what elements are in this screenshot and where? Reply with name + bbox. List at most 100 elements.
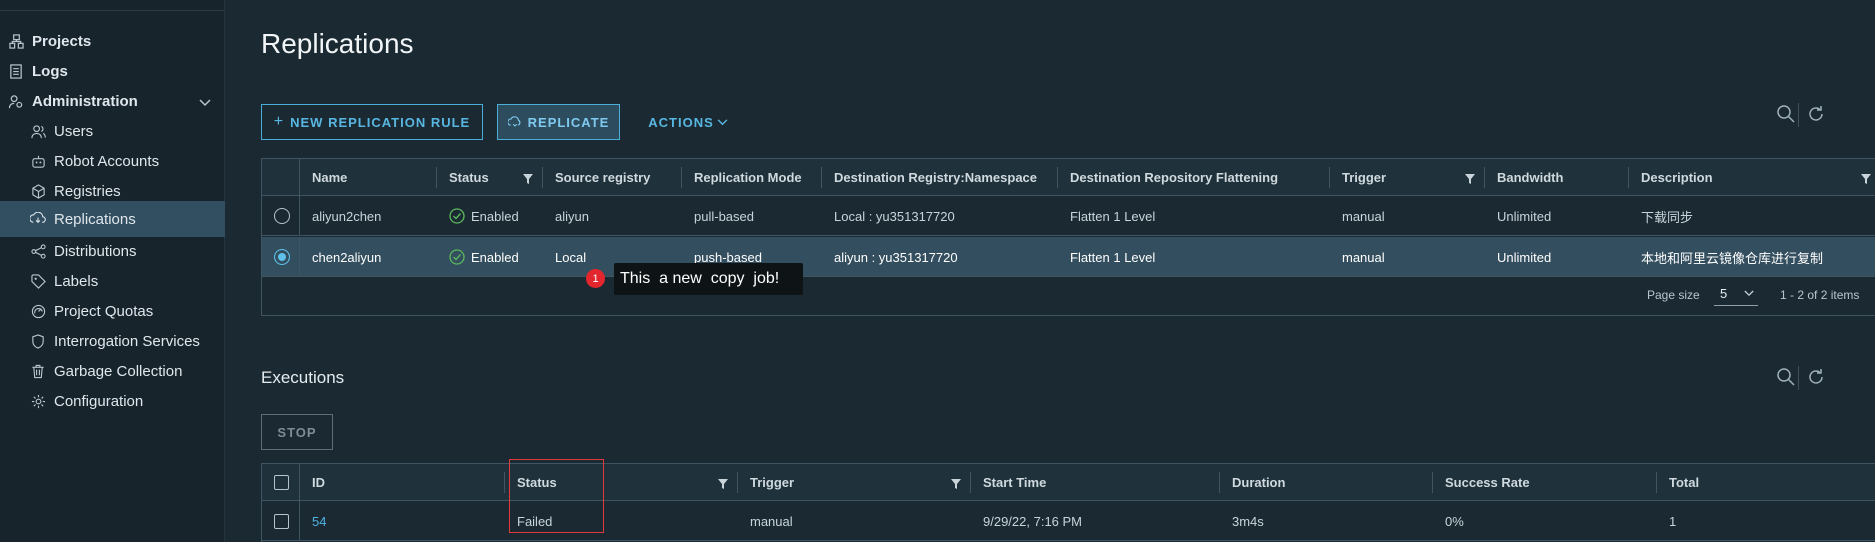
cell-status: Enabled xyxy=(437,196,519,236)
cell-description: 本地和阿里云镜像仓库进行复制 xyxy=(1641,250,1824,266)
sidebar-item-label: Robot Accounts xyxy=(54,152,160,170)
table-footer: Page size 5 1 - 2 of 2 items xyxy=(262,276,1875,314)
column-header-source-registry[interactable]: Source registry xyxy=(543,159,682,196)
page-size-select[interactable]: 5 xyxy=(1714,282,1758,306)
distributions-icon xyxy=(30,243,46,259)
column-header-trigger[interactable]: Trigger xyxy=(738,464,971,501)
cell-total: 1 xyxy=(1669,513,1677,529)
sidebar-item-replications[interactable]: Replications xyxy=(0,201,225,237)
column-header-start-time[interactable]: Start Time xyxy=(971,464,1220,501)
replicate-icon xyxy=(507,115,522,129)
filter-icon[interactable] xyxy=(718,477,728,492)
filter-icon[interactable] xyxy=(951,477,961,492)
page-size-label: Page size xyxy=(1647,288,1700,302)
replicate-button[interactable]: REPLICATE xyxy=(497,104,620,140)
cell-mode: pull-based xyxy=(694,208,754,224)
cell-duration: 3m4s xyxy=(1232,513,1264,529)
cell-bandwidth: Unlimited xyxy=(1497,208,1552,224)
row-radio[interactable] xyxy=(274,249,290,265)
column-header-description[interactable]: Description xyxy=(1629,159,1875,196)
sidebar-item-label: Logs xyxy=(32,62,68,80)
toolbar-divider xyxy=(1798,366,1799,390)
column-header-trigger[interactable]: Trigger xyxy=(1330,159,1485,196)
stop-button[interactable]: STOP xyxy=(261,414,333,450)
actions-dropdown[interactable]: ACTIONS xyxy=(638,104,738,140)
column-header-name[interactable]: Name xyxy=(300,159,437,196)
row-checkbox[interactable] xyxy=(274,514,289,529)
column-header-id[interactable]: ID xyxy=(300,464,505,501)
sidebar-item-label: Users xyxy=(54,122,94,140)
sidebar-item-label: Interrogation Services xyxy=(54,332,200,350)
cell-status: Enabled xyxy=(437,237,519,277)
sidebar-item-configuration[interactable]: Configuration xyxy=(0,383,225,419)
column-header-total[interactable]: Total xyxy=(1657,464,1875,501)
pagination-count: 1 - 2 of 2 items xyxy=(1780,288,1860,302)
sidebar-item-label: Registries xyxy=(54,182,121,200)
chevron-down-icon xyxy=(717,118,728,126)
administration-icon xyxy=(8,93,24,109)
executions-title: Executions xyxy=(261,368,345,387)
execution-id-link[interactable]: 54 xyxy=(300,501,326,541)
cell-success-rate: 0% xyxy=(1445,513,1464,529)
search-icon[interactable] xyxy=(1776,367,1796,392)
column-header-status[interactable]: Status xyxy=(437,159,543,196)
cell-bandwidth: Unlimited xyxy=(1497,249,1552,265)
logs-icon xyxy=(8,63,24,79)
users-icon xyxy=(30,123,46,139)
cell-trigger: manual xyxy=(1342,208,1385,224)
search-icon[interactable] xyxy=(1776,104,1796,129)
sidebar-item-label: Labels xyxy=(54,272,99,290)
sidebar-item-label: Replications xyxy=(54,210,136,228)
table-header: ID Status Trigger Start Time Duration Su… xyxy=(262,464,1875,501)
cell-start-time: 9/29/22, 7:16 PM xyxy=(983,513,1083,529)
cell-source: Local xyxy=(555,249,587,265)
refresh-icon[interactable] xyxy=(1806,367,1826,392)
quotas-icon xyxy=(30,303,46,319)
column-header-bandwidth[interactable]: Bandwidth xyxy=(1485,159,1629,196)
column-header-replication-mode[interactable]: Replication Mode xyxy=(682,159,822,196)
sidebar: Projects Logs Administration Users Robot… xyxy=(0,0,225,542)
chevron-down-icon[interactable] xyxy=(199,94,211,111)
table-row-selected[interactable]: chen2aliyun Enabled Local push-based ali… xyxy=(262,237,1875,277)
filter-icon[interactable] xyxy=(1465,172,1475,187)
select-column-header xyxy=(262,159,300,195)
check-circle-icon xyxy=(449,249,465,265)
table-header: Name Status Source registry Replication … xyxy=(262,159,1875,196)
cell-destination: Local : yu351317720 xyxy=(834,208,955,224)
column-header-success-rate[interactable]: Success Rate xyxy=(1433,464,1657,501)
sidebar-divider xyxy=(0,10,225,11)
cell-source: aliyun xyxy=(555,208,589,224)
cell-name: aliyun2chen xyxy=(312,208,382,224)
table-row[interactable]: 54 Failed manual 9/29/22, 7:16 PM 3m4s 0… xyxy=(262,501,1875,541)
cell-flattening: Flatten 1 Level xyxy=(1070,208,1156,224)
labels-icon xyxy=(30,273,46,289)
new-replication-rule-button[interactable]: + NEW REPLICATION RULE xyxy=(261,104,483,140)
replications-icon xyxy=(30,211,46,227)
chevron-down-icon xyxy=(1744,290,1754,297)
filter-icon[interactable] xyxy=(1861,172,1871,187)
registries-icon xyxy=(30,183,46,199)
status-highlight-box xyxy=(509,459,604,533)
cell-flattening: Flatten 1 Level xyxy=(1070,249,1156,265)
sidebar-item-label: Project Quotas xyxy=(54,302,154,320)
select-all-checkbox[interactable] xyxy=(274,475,289,490)
column-header-destination-flattening[interactable]: Destination Repository Flattening xyxy=(1058,159,1330,196)
annotation-tooltip: This a new copy job! xyxy=(614,263,803,295)
toolbar-divider xyxy=(1798,103,1799,127)
column-header-destination-namespace[interactable]: Destination Registry:Namespace xyxy=(822,159,1058,196)
sidebar-item-label: Projects xyxy=(32,32,92,50)
cell-trigger: manual xyxy=(1342,249,1385,265)
table-row[interactable]: aliyun2chen Enabled aliyun pull-based Lo… xyxy=(262,196,1875,236)
cell-destination: aliyun : yu351317720 xyxy=(834,249,958,265)
cell-name: chen2aliyun xyxy=(312,249,382,265)
shield-icon xyxy=(30,333,46,349)
step-badge: 1 xyxy=(586,269,605,288)
plus-icon: + xyxy=(273,113,285,130)
refresh-icon[interactable] xyxy=(1806,104,1826,129)
filter-icon[interactable] xyxy=(523,172,533,187)
cell-description: 下载同步 xyxy=(1641,209,1694,225)
row-radio[interactable] xyxy=(274,208,290,224)
main-content: Replications + NEW REPLICATION RULE REPL… xyxy=(226,0,1875,542)
column-header-duration[interactable]: Duration xyxy=(1220,464,1433,501)
projects-icon xyxy=(8,33,24,49)
